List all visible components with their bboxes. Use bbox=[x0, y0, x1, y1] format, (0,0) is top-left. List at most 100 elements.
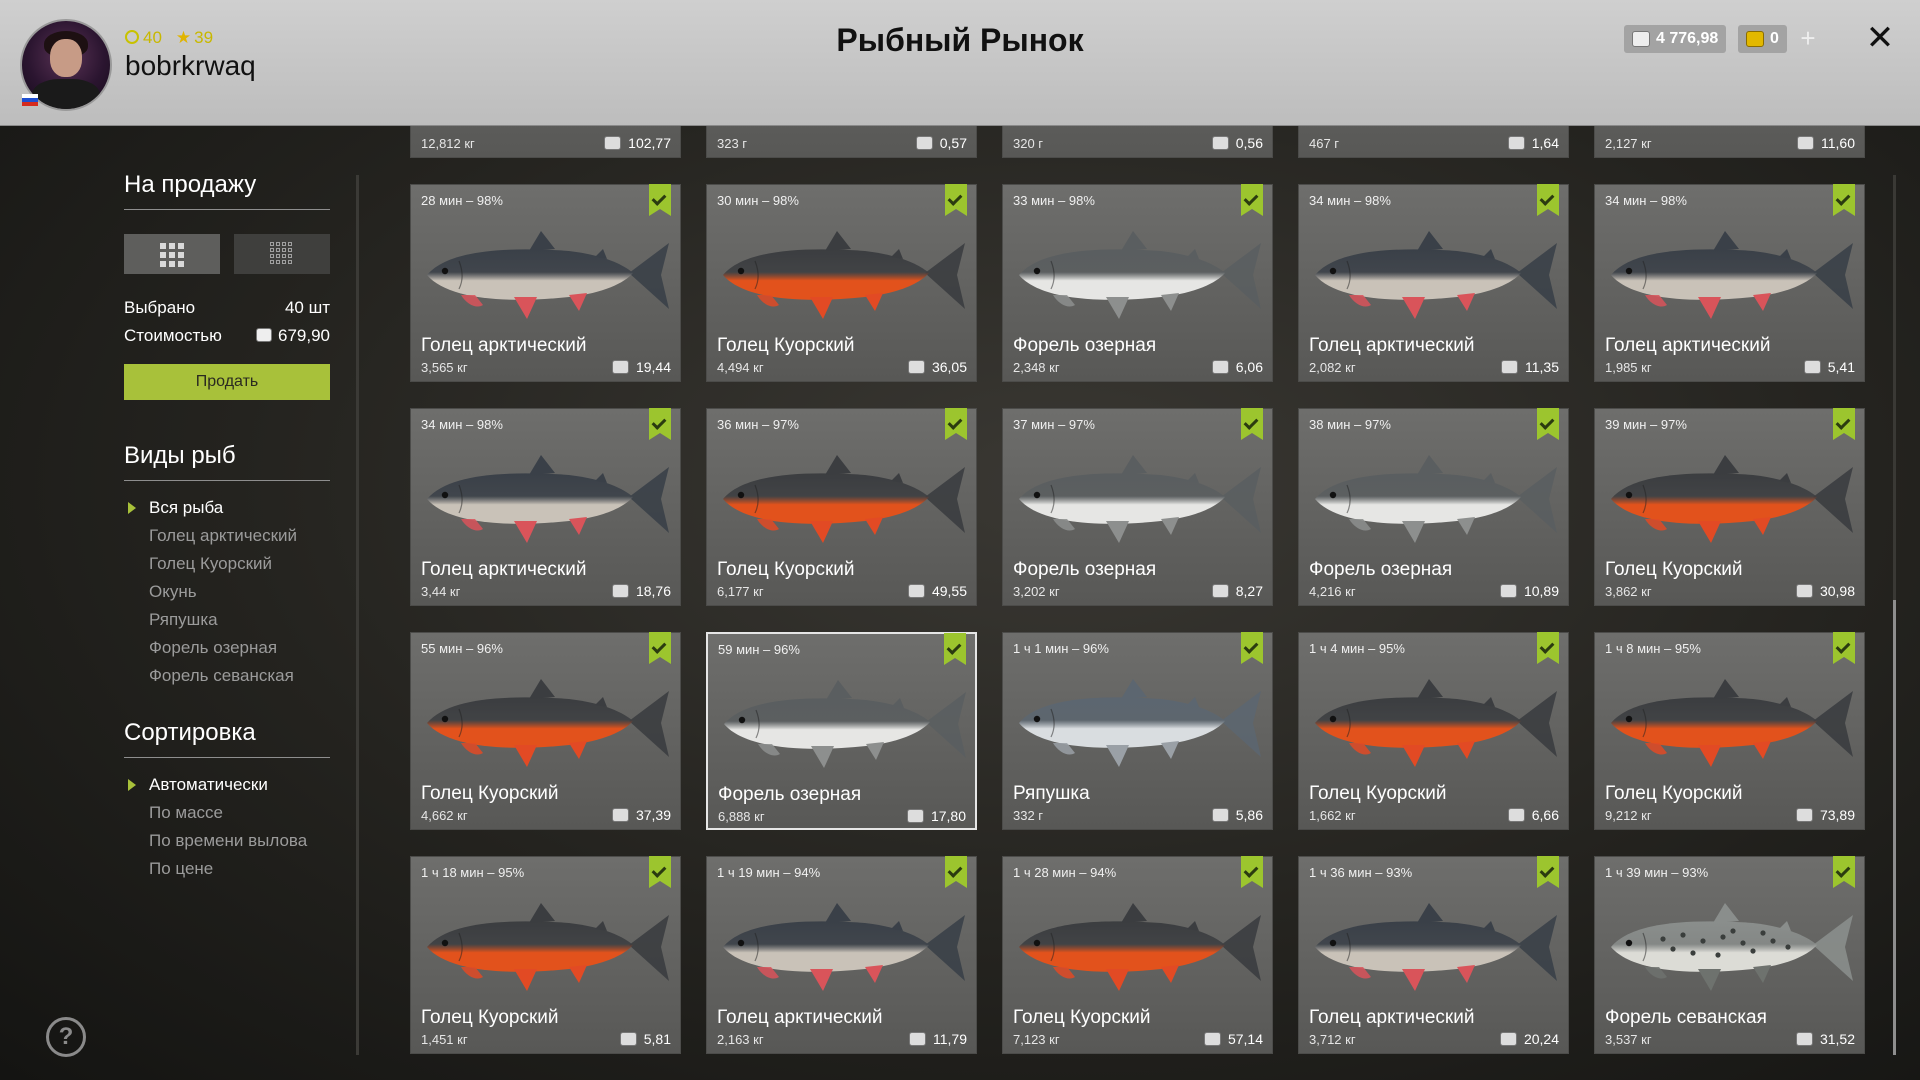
fish-card[interactable]: 1 ч 39 мин – 93% Форель севанская 3,537 … bbox=[1594, 856, 1865, 1054]
scrollbar-thumb[interactable] bbox=[1893, 600, 1896, 1055]
species-item-5[interactable]: Форель озерная bbox=[124, 634, 344, 662]
species-item-0[interactable]: Вся рыба bbox=[124, 494, 344, 522]
sort-option-3[interactable]: По цене bbox=[124, 855, 344, 883]
fish-card[interactable]: 34 мин – 98% Голец арктический 3,44 кг 1… bbox=[410, 408, 681, 606]
selected-check-icon[interactable] bbox=[649, 856, 671, 888]
species-item-3[interactable]: Окунь bbox=[124, 578, 344, 606]
selected-check-icon[interactable] bbox=[1833, 856, 1855, 888]
add-currency-button[interactable]: + bbox=[1794, 25, 1822, 53]
fish-weight: 1,451 кг bbox=[421, 1032, 468, 1047]
selected-check-icon[interactable] bbox=[1241, 184, 1263, 216]
fish-weight: 4,494 кг bbox=[717, 360, 764, 375]
selected-check-icon[interactable] bbox=[1833, 184, 1855, 216]
fish-card[interactable]: 1 ч 4 мин – 95% Голец Куорский 1,662 кг … bbox=[1298, 632, 1569, 830]
sort-option-1[interactable]: По массе bbox=[124, 799, 344, 827]
fish-name: Голец Куорский bbox=[421, 1007, 559, 1028]
catch-time-quality: 28 мин – 98% bbox=[421, 193, 503, 208]
fish-card[interactable]: 39 мин – 97% Голец Куорский 3,862 кг 30,… bbox=[1594, 408, 1865, 606]
sidebar-divider bbox=[356, 175, 359, 1055]
selected-check-icon[interactable] bbox=[649, 184, 671, 216]
fish-weight: 6,177 кг bbox=[717, 584, 764, 599]
help-button[interactable]: ? bbox=[46, 1017, 86, 1057]
species-item-4[interactable]: Ряпушка bbox=[124, 606, 344, 634]
russia-flag-icon bbox=[22, 94, 38, 106]
arctic-fish-image bbox=[1611, 231, 1853, 319]
fish-card[interactable]: 1 ч 36 мин – 93% Голец арктический 3,712… bbox=[1298, 856, 1569, 1054]
catch-time-quality: 1 ч 18 мин – 95% bbox=[421, 865, 525, 880]
selected-check-icon[interactable] bbox=[1241, 856, 1263, 888]
fish-price: 5,81 bbox=[619, 1031, 671, 1047]
selected-check-icon[interactable] bbox=[945, 184, 967, 216]
fish-card[interactable]: 1 ч 1 мин – 96% Ряпушка 332 г 5,86 bbox=[1002, 632, 1273, 830]
sell-button[interactable]: Продать bbox=[124, 364, 330, 400]
selected-check-icon[interactable] bbox=[1833, 632, 1855, 664]
vendace-fish-image bbox=[1019, 679, 1261, 767]
view-large-grid-button[interactable] bbox=[124, 234, 220, 274]
fish-name: Голец арктический bbox=[717, 1007, 883, 1028]
selected-check-icon[interactable] bbox=[1537, 408, 1559, 440]
fish-weight: 6,888 кг bbox=[718, 809, 765, 824]
catch-time-quality: 1 ч 1 мин – 96% bbox=[1013, 641, 1109, 656]
catch-time-quality: 55 мин – 96% bbox=[421, 641, 503, 656]
species-item-6[interactable]: Форель севанская bbox=[124, 662, 344, 690]
fish-card[interactable]: 59 мин – 96% Форель озерная 6,888 кг 17,… bbox=[706, 632, 977, 830]
view-small-grid-button[interactable] bbox=[234, 234, 330, 274]
fish-card[interactable]: 28 мин – 98% Голец арктический 3,565 кг … bbox=[410, 184, 681, 382]
selected-check-icon[interactable] bbox=[1833, 408, 1855, 440]
silver-coin-icon bbox=[1507, 136, 1525, 150]
selected-check-icon[interactable] bbox=[1241, 408, 1263, 440]
fish-name: Форель озерная bbox=[1013, 559, 1157, 580]
fish-card[interactable]: 1 ч 18 мин – 95% Голец Куорский 1,451 кг… bbox=[410, 856, 681, 1054]
fish-name: Голец арктический bbox=[1605, 335, 1771, 356]
selected-check-icon[interactable] bbox=[649, 632, 671, 664]
sort-option-2[interactable]: По времени вылова bbox=[124, 827, 344, 855]
fish-weight: 4,662 кг bbox=[421, 808, 468, 823]
kuor-fish-image bbox=[1019, 903, 1261, 991]
silver-coin-icon bbox=[1803, 360, 1821, 374]
fish-card[interactable]: 34 мин – 98% Голец арктический 1,985 кг … bbox=[1594, 184, 1865, 382]
fish-card[interactable]: 38 мин – 97% Форель озерная 4,216 кг 10,… bbox=[1298, 408, 1569, 606]
catch-time-quality: 39 мин – 97% bbox=[1605, 417, 1687, 432]
fish-name: Форель севанская bbox=[1605, 1007, 1767, 1028]
sort-option-0[interactable]: Автоматически bbox=[124, 771, 344, 799]
selected-check-icon[interactable] bbox=[649, 408, 671, 440]
selected-check-icon[interactable] bbox=[1537, 184, 1559, 216]
species-item-1[interactable]: Голец арктический bbox=[124, 522, 344, 550]
selected-check-icon[interactable] bbox=[1537, 856, 1559, 888]
fish-weight: 2,127 кг bbox=[1605, 136, 1652, 151]
fish-card[interactable]: 1 ч 28 мин – 94% Голец Куорский 7,123 кг… bbox=[1002, 856, 1273, 1054]
silver-coin-icon bbox=[1211, 360, 1229, 374]
fish-card[interactable]: 37 мин – 97% Форель озерная 3,202 кг 8,2… bbox=[1002, 408, 1273, 606]
fish-card[interactable]: 33 мин – 98% Форель озерная 2,348 кг 6,0… bbox=[1002, 184, 1273, 382]
fish-name: Голец арктический bbox=[421, 335, 587, 356]
fish-price: 17,80 bbox=[906, 808, 966, 824]
fish-weight: 9,212 кг bbox=[1605, 808, 1652, 823]
selected-check-icon[interactable] bbox=[1537, 632, 1559, 664]
fish-card[interactable]: 30 мин – 98% Голец Куорский 4,494 кг 36,… bbox=[706, 184, 977, 382]
selected-check-icon[interactable] bbox=[945, 408, 967, 440]
silver-coin-icon bbox=[604, 136, 622, 150]
fish-price: 8,27 bbox=[1211, 583, 1263, 599]
trout-fish-image bbox=[1315, 455, 1557, 543]
selected-check-icon[interactable] bbox=[944, 633, 966, 665]
fish-card[interactable]: 36 мин – 97% Голец Куорский 6,177 кг 49,… bbox=[706, 408, 977, 606]
trout-fish-image bbox=[1019, 231, 1261, 319]
species-item-2[interactable]: Голец Куорский bbox=[124, 550, 344, 578]
close-button[interactable]: ✕ bbox=[1862, 20, 1898, 56]
fish-card[interactable]: 34 мин – 98% Голец арктический 2,082 кг … bbox=[1298, 184, 1569, 382]
fish-price: 6,66 bbox=[1507, 807, 1559, 823]
silver-coin-icon bbox=[1211, 136, 1229, 150]
selected-check-icon[interactable] bbox=[945, 856, 967, 888]
fish-card[interactable]: 1 ч 8 мин – 95% Голец Куорский 9,212 кг … bbox=[1594, 632, 1865, 830]
selected-check-icon[interactable] bbox=[1241, 632, 1263, 664]
fish-card[interactable]: 1 ч 19 мин – 94% Голец арктический 2,163… bbox=[706, 856, 977, 1054]
fish-weight: 3,565 кг bbox=[421, 360, 468, 375]
fish-price: 31,52 bbox=[1795, 1031, 1855, 1047]
fish-weight: 332 г bbox=[1013, 808, 1044, 823]
fish-card[interactable]: 55 мин – 96% Голец Куорский 4,662 кг 37,… bbox=[410, 632, 681, 830]
fish-price: 5,41 bbox=[1803, 359, 1855, 375]
fish-weight: 4,216 кг bbox=[1309, 584, 1356, 599]
fish-price: 57,14 bbox=[1203, 1031, 1263, 1047]
fish-weight: 7,123 кг bbox=[1013, 1032, 1060, 1047]
gold-coin-icon bbox=[1746, 31, 1764, 47]
